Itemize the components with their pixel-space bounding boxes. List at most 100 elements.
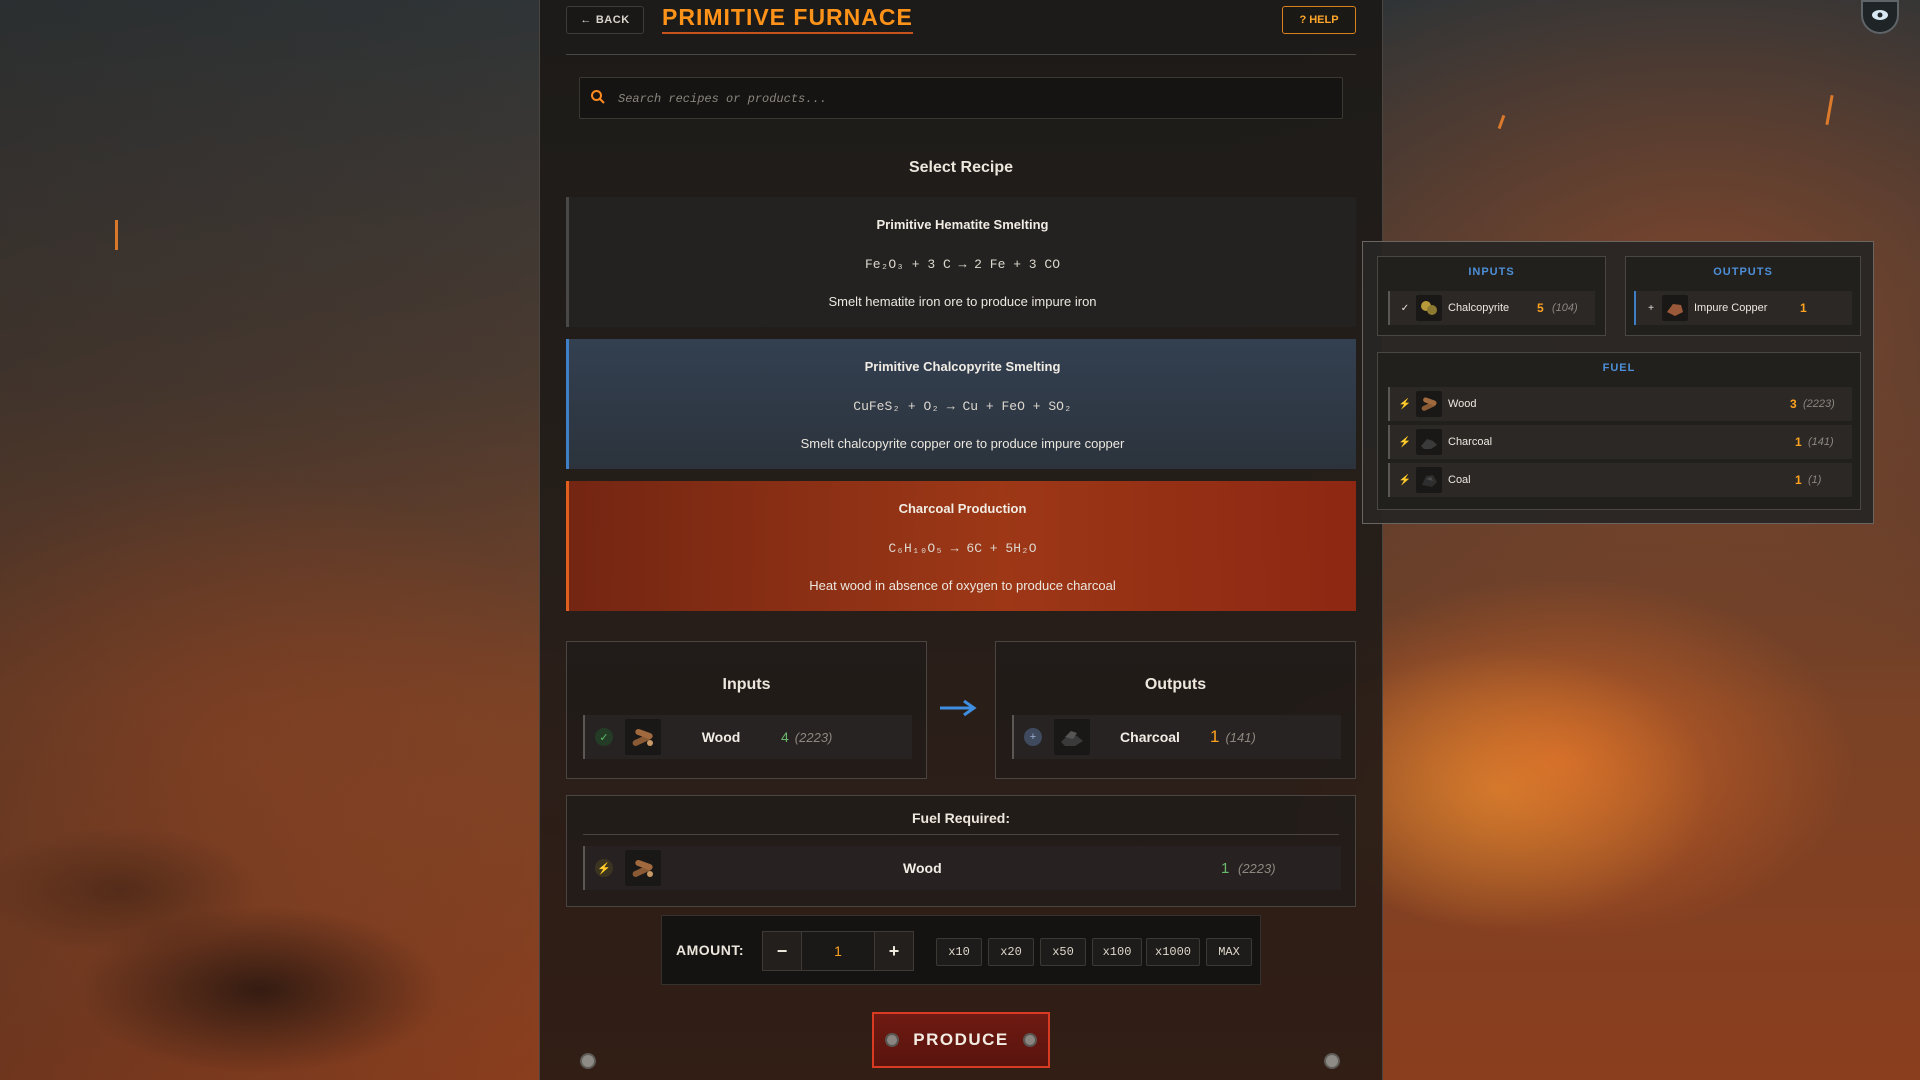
search-icon [590,89,606,110]
lightning-icon: ⚡ [595,859,613,877]
preview-inputs: INPUTS ✓ Chalcopyrite 5 (104) [1377,256,1606,336]
preview-fuel-name: Charcoal [1448,436,1493,448]
inputs-panel: Inputs ✓ Wood 4 (2223) [566,641,927,779]
plus-icon: + [1024,728,1042,746]
preview-fuel-item: ⚡ Charcoal 1 (141) [1388,425,1852,459]
increment-button[interactable]: + [874,931,914,971]
fuel-amount: 1 [1221,859,1230,877]
wood-item-icon [1416,391,1442,417]
amount-bar: AMOUNT: − 1 + x10 x20 x50 x100 x1000 MAX [661,915,1261,985]
eye-icon [1871,8,1889,26]
multiplier-max-button[interactable]: MAX [1206,938,1252,966]
chalcopyrite-item-icon [1416,295,1442,321]
multiplier-x1000-button[interactable]: x1000 [1146,938,1200,966]
output-item: + Charcoal 1 (141) [1012,715,1341,759]
charcoal-item-icon [1054,719,1090,755]
preview-inputs-heading: INPUTS [1468,266,1515,278]
question-icon: ? [1299,14,1307,26]
multiplier-x20-button[interactable]: x20 [988,938,1034,966]
preview-fuel-stock: (1) [1808,474,1822,486]
preview-outputs-heading: OUTPUTS [1713,266,1773,278]
decrement-button[interactable]: − [762,931,802,971]
preview-fuel-name: Wood [1448,398,1477,410]
preview-fuel-amount: 1 [1795,473,1802,487]
preview-output-amount: 1 [1800,301,1807,315]
recipe-formula: CuFeS₂ + O₂ → Cu + FeO + SO₂ [853,399,1072,414]
check-icon: ✓ [595,728,613,746]
lightning-icon: ⚡ [1398,398,1412,410]
output-stock: (141) [1225,729,1256,745]
recipe-card[interactable]: Primitive Hematite Smelting Fe₂O₃ + 3 C … [566,197,1356,327]
input-item: ✓ Wood 4 (2223) [583,715,912,759]
rivet-icon [1324,1053,1340,1069]
recipe-description: Smelt chalcopyrite copper ore to produce… [800,436,1125,451]
preview-fuel-stock: (141) [1808,436,1834,448]
recipe-formula: Fe₂O₃ + 3 C → 2 Fe + 3 CO [864,257,1061,272]
recipe-description: Heat wood in absence of oxygen to produc… [809,578,1116,593]
recipe-name: Charcoal Production [898,501,1027,516]
gear-icon [1022,1033,1037,1047]
recipe-description: Smelt hematite iron ore to produce impur… [828,294,1097,309]
multiplier-x100-button[interactable]: x100 [1092,938,1142,966]
outputs-panel: Outputs + Charcoal 1 (141) [995,641,1356,779]
inputs-heading: Inputs [722,676,771,693]
fuel-name: Wood [903,860,942,876]
lightning-icon: ⚡ [1398,474,1412,486]
recipe-formula: C₆H₁₀O₅ → 6C + 5H₂O [888,541,1037,556]
fuel-heading: Fuel Required: [911,810,1010,826]
recipe-section-title: Select Recipe [908,159,1014,176]
preview-output-item: + Impure Copper 1 [1634,291,1852,325]
preview-input-name: Chalcopyrite [1448,302,1510,314]
preview-input-amount: 5 [1537,301,1544,315]
recipe-card[interactable]: Primitive Chalcopyrite Smelting CuFeS₂ +… [566,339,1356,469]
input-stock: (2223) [794,729,833,745]
back-button[interactable]: ← BACK [566,6,644,34]
panel-header: ← BACK PRIMITIVE FURNACE ? HELP [566,0,1356,55]
preview-fuel-item: ⚡ Wood 3 (2223) [1388,387,1852,421]
furnace-panel: ← BACK PRIMITIVE FURNACE ? HELP Select R… [539,0,1383,1080]
fuel-panel: Fuel Required: ⚡ Wood 1 (2223) [566,795,1356,907]
fuel-stock: (2223) [1238,860,1276,876]
produce-button[interactable]: PRODUCE [872,1012,1050,1068]
back-label: BACK [595,14,630,26]
multiplier-x50-button[interactable]: x50 [1040,938,1086,966]
charcoal-item-icon [1416,429,1442,455]
amount-label: AMOUNT: [676,942,745,958]
preview-input-stock: (104) [1552,302,1578,314]
multiplier-x10-button[interactable]: x10 [936,938,982,966]
preview-fuel-name: Coal [1448,474,1471,486]
recipe-name: Primitive Chalcopyrite Smelting [864,359,1061,374]
input-name: Wood [701,729,741,745]
output-amount: 1 [1210,727,1220,746]
preview-input-item: ✓ Chalcopyrite 5 (104) [1388,291,1595,325]
plus-icon: + [1648,302,1654,314]
wood-item-icon [625,719,661,755]
coal-item-icon [1416,467,1442,493]
quantity-input[interactable]: 1 [802,931,874,971]
recipe-name: Primitive Hematite Smelting [876,217,1049,232]
preview-fuel-stock: (2223) [1803,398,1835,410]
input-amount: 4 [781,729,789,745]
fuel-item: ⚡ Wood 1 (2223) [583,846,1341,890]
preview-fuel-amount: 1 [1795,435,1802,449]
ember-spark [115,220,118,250]
arrow-left-icon: ← [580,14,592,26]
preview-outputs: OUTPUTS + Impure Copper 1 [1625,256,1861,336]
outputs-heading: Outputs [1144,676,1207,693]
wood-item-icon [625,850,661,886]
output-name: Charcoal [1120,729,1180,745]
help-button[interactable]: ? HELP [1282,6,1356,34]
preview-output-name: Impure Copper [1694,302,1768,314]
page-title: PRIMITIVE FURNACE [662,4,913,34]
arrow-right-icon [938,698,978,723]
help-label: HELP [1309,14,1339,26]
preview-fuel-amount: 3 [1790,397,1797,411]
recipe-card-selected[interactable]: Charcoal Production C₆H₁₀O₅ → 6C + 5H₂O … [566,481,1356,611]
produce-label: PRODUCE [913,1030,1009,1049]
gear-icon [885,1033,900,1047]
impure-copper-item-icon [1662,295,1688,321]
preview-fuel: FUEL ⚡ Wood 3 (2223) ⚡ Charcoal 1 (141) … [1377,352,1861,510]
search-input[interactable] [616,78,1320,120]
background-rubble [0,690,560,1080]
rivet-icon [580,1053,596,1069]
